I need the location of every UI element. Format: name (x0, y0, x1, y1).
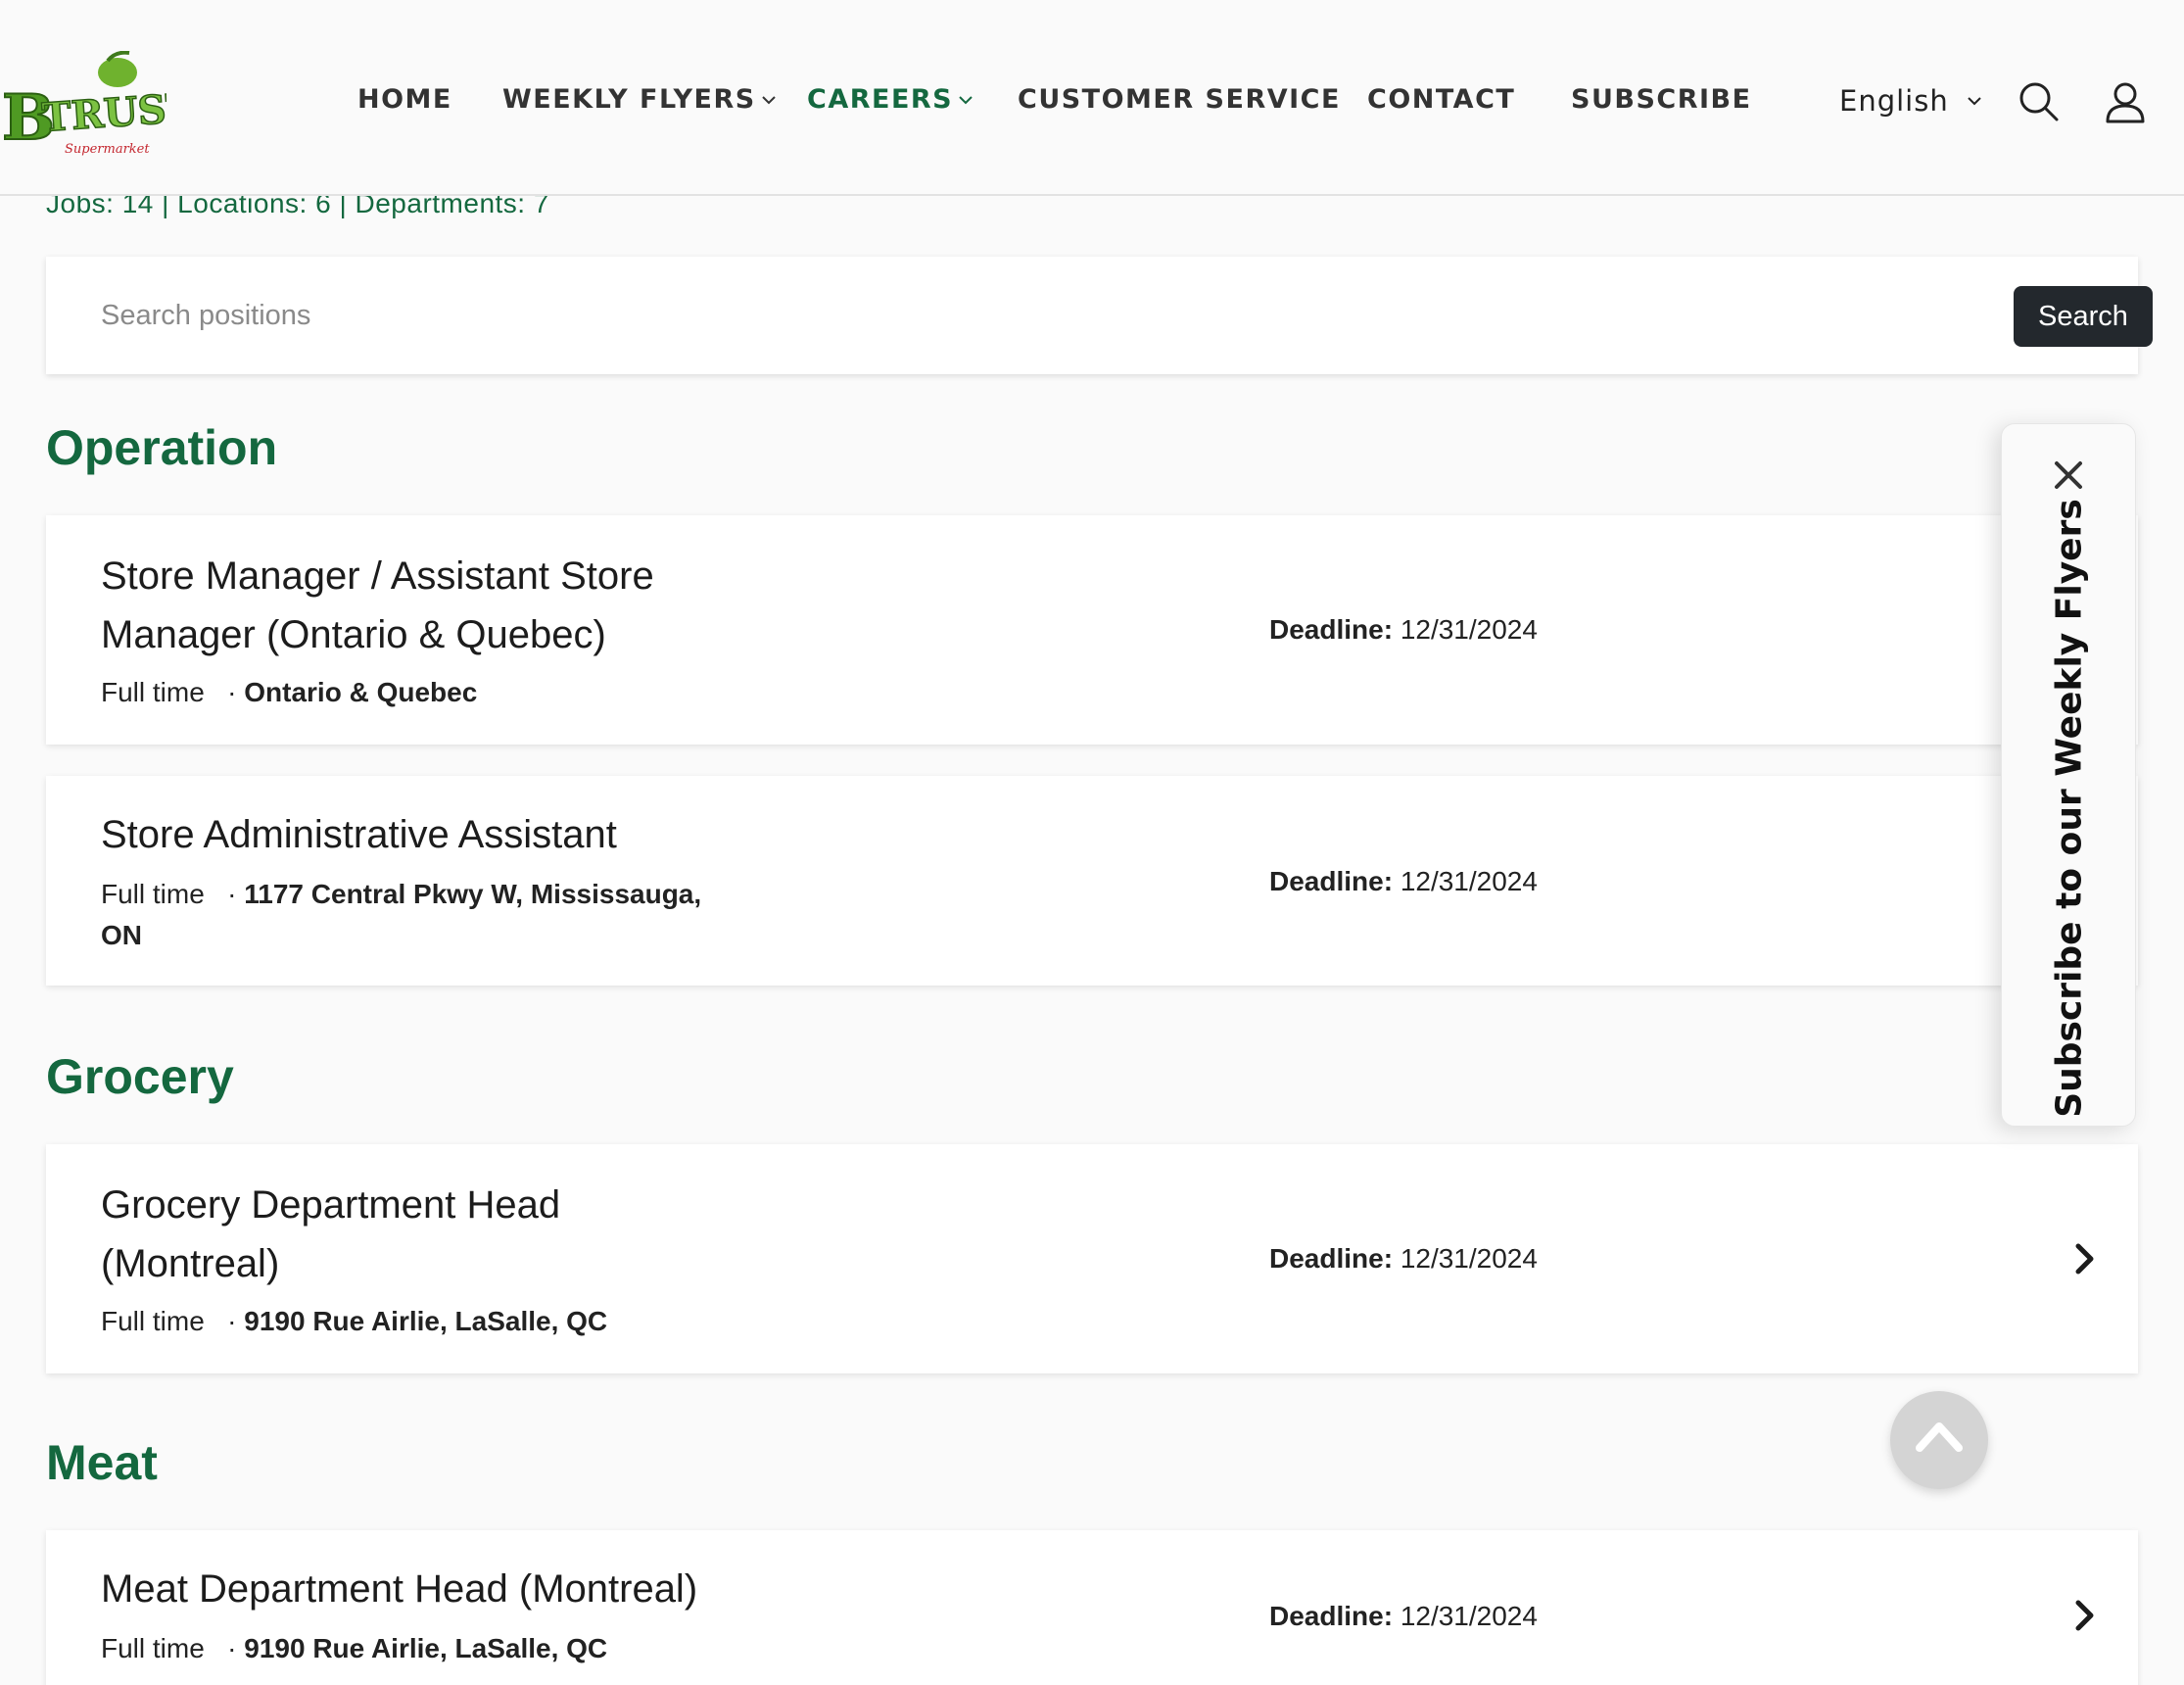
deadline-value: 12/31/2024 (1400, 1601, 1538, 1631)
chevron-right-icon[interactable] (2067, 1242, 2101, 1276)
meta-separator: · (212, 879, 245, 909)
job-deadline: Deadline: 12/31/2024 (1269, 1243, 1538, 1275)
section-title-operation: Operation (46, 420, 278, 475)
chevron-up-icon (1916, 1422, 1963, 1452)
subscribe-panel-text[interactable]: Subscribe to our Weekly Flyers (2050, 499, 2090, 1118)
job-meta: Full time · 9190 Rue Airlie, LaSalle, QC (101, 1301, 747, 1342)
site-header: B TRUST Supermarket HOME WEEKLY FLYERS C… (0, 0, 2184, 196)
deadline-label: Deadline: (1269, 614, 1394, 645)
job-title: Store Administrative Assistant (101, 813, 617, 856)
chevron-down-icon (1968, 97, 1981, 106)
subscribe-side-panel: Subscribe to our Weekly Flyers (2001, 423, 2136, 1127)
job-type: Full time (101, 879, 205, 909)
job-deadline: Deadline: 12/31/2024 (1269, 1601, 1538, 1632)
job-card[interactable]: Meat Department Head (Montreal) Full tim… (46, 1530, 2138, 1685)
language-selector[interactable]: English (1839, 84, 1984, 118)
job-location: 9190 Rue Airlie, LaSalle, QC (244, 1633, 608, 1663)
meta-separator: · (212, 677, 245, 707)
nav-customer-service[interactable]: CUSTOMER SERVICE (1018, 84, 1341, 115)
job-deadline: Deadline: 12/31/2024 (1269, 614, 1538, 646)
job-location: 9190 Rue Airlie, LaSalle, QC (244, 1306, 608, 1336)
nav-weekly-flyers[interactable]: WEEKLY FLYERS (502, 84, 778, 115)
back-to-top-button[interactable] (1890, 1391, 1988, 1489)
search-icon[interactable] (2018, 80, 2061, 123)
deadline-value: 12/31/2024 (1400, 614, 1538, 645)
search-bar: Search (46, 257, 2153, 374)
chevron-down-icon (959, 95, 973, 104)
nav-home[interactable]: HOME (357, 84, 452, 115)
job-card[interactable]: Grocery Department Head (Montreal) Full … (46, 1144, 2138, 1373)
job-meta: Full time · 9190 Rue Airlie, LaSalle, QC (101, 1628, 747, 1669)
nav-careers[interactable]: CAREERS (807, 84, 974, 115)
job-location: Ontario & Quebec (244, 677, 478, 707)
language-label: English (1839, 84, 1949, 118)
section-title-grocery: Grocery (46, 1049, 234, 1104)
nav-subscribe[interactable]: SUBSCRIBE (1571, 84, 1752, 115)
job-type: Full time (101, 677, 205, 707)
job-type: Full time (101, 1633, 205, 1663)
deadline-label: Deadline: (1269, 1243, 1394, 1274)
deadline-label: Deadline: (1269, 1601, 1394, 1631)
job-title: Grocery Department Head (Montreal) (101, 1183, 561, 1285)
svg-text:TRUST: TRUST (40, 84, 166, 141)
nav-contact[interactable]: CONTACT (1367, 84, 1515, 115)
job-meta: Full time · 1177 Central Pkwy W, Mississ… (101, 874, 747, 956)
section-title-meat: Meat (46, 1435, 158, 1490)
job-card[interactable]: Store Manager / Assistant Store Manager … (46, 515, 2138, 745)
deadline-value: 12/31/2024 (1400, 1243, 1538, 1274)
job-title: Meat Department Head (Montreal) (101, 1567, 698, 1611)
job-card[interactable]: Store Administrative Assistant Full time… (46, 776, 2138, 986)
btrust-logo[interactable]: B TRUST Supermarket (0, 51, 166, 159)
deadline-value: 12/31/2024 (1400, 866, 1538, 896)
svg-text:Supermarket: Supermarket (65, 142, 150, 157)
chevron-down-icon (762, 95, 776, 104)
chevron-right-icon[interactable] (2067, 1599, 2101, 1632)
close-icon[interactable] (2051, 457, 2086, 493)
meta-separator: · (212, 1306, 245, 1336)
deadline-label: Deadline: (1269, 866, 1394, 896)
search-button[interactable]: Search (2014, 286, 2153, 347)
job-type: Full time (101, 1306, 205, 1336)
job-meta: Full time · Ontario & Quebec (101, 672, 747, 713)
job-deadline: Deadline: 12/31/2024 (1269, 866, 1538, 897)
user-icon[interactable] (2104, 80, 2147, 123)
search-input[interactable] (101, 292, 1864, 339)
job-title: Store Manager / Assistant Store Manager … (101, 554, 654, 656)
meta-separator: · (212, 1633, 245, 1663)
